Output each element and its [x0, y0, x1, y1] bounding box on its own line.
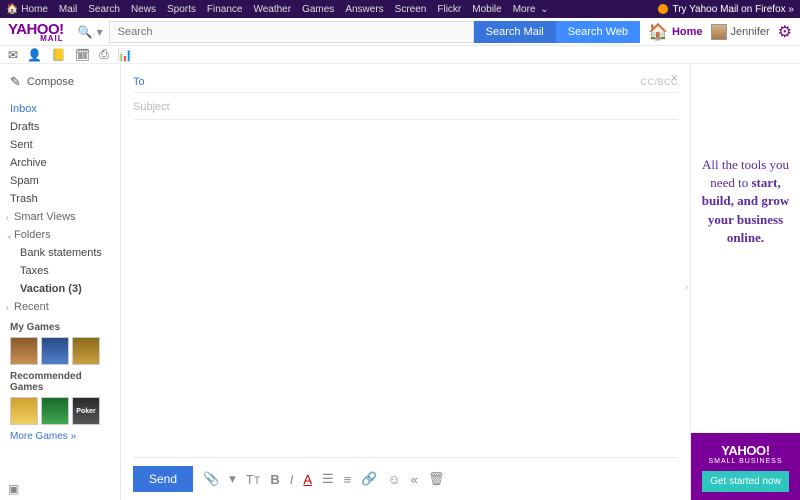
- sidebar-item-taxes[interactable]: Taxes: [0, 262, 120, 280]
- attach-dropdown-icon[interactable]: ▾: [229, 471, 236, 487]
- notepad-icon[interactable]: 📒: [51, 48, 66, 62]
- sidebar-section-recent[interactable]: ›Recent: [0, 298, 120, 316]
- topnav-games[interactable]: Games: [302, 4, 334, 15]
- topnav-news[interactable]: News: [131, 4, 156, 15]
- calendar-icon[interactable]: 🗓: [75, 48, 90, 62]
- topnav-answers[interactable]: Answers: [345, 4, 383, 15]
- icon-toolbar: ✉ 👤 📒 🗓 ⎙ 📊: [0, 46, 800, 64]
- home-icon: 🏠: [648, 22, 668, 42]
- sidebar-item-vacation[interactable]: Vacation (3): [0, 280, 120, 298]
- mail-icon[interactable]: ✉: [8, 48, 18, 62]
- sidebar-item-sent[interactable]: Sent: [0, 136, 120, 154]
- ad-logo: YAHOO!: [697, 443, 794, 458]
- italic-icon[interactable]: I: [290, 472, 294, 487]
- switch-format-icon[interactable]: «: [411, 472, 418, 487]
- topnav-more[interactable]: More ⌄: [513, 4, 549, 15]
- compose-pane: × To CC/BCC Send 📎 ▾ TT B I A ☰ ≡ 🔗 ☺ « …: [120, 64, 690, 500]
- game-thumb[interactable]: [10, 337, 38, 365]
- to-label[interactable]: To: [133, 76, 163, 88]
- sidebar-section-folders[interactable]: ⌄Folders: [0, 226, 120, 244]
- my-games-heading: My Games: [0, 316, 120, 337]
- header-bar: YAHOO! MAIL 🔍 ▾ Search Mail Search Web 🏠…: [0, 18, 800, 46]
- user-menu[interactable]: Jennifer: [711, 24, 770, 40]
- search-mail-button[interactable]: Search Mail: [474, 21, 556, 43]
- more-games-link[interactable]: More Games »: [0, 425, 120, 448]
- close-icon[interactable]: ×: [670, 70, 678, 85]
- subject-row: [133, 93, 678, 120]
- pencil-icon: ✎: [10, 74, 21, 90]
- chevron-right-icon: ›: [6, 303, 14, 312]
- game-thumb[interactable]: [10, 397, 38, 425]
- recommended-games-heading: Recommended Games: [0, 365, 120, 397]
- trash-icon[interactable]: 🗑: [428, 471, 445, 487]
- sidebar-item-archive[interactable]: Archive: [0, 154, 120, 172]
- sidebar: ✎ Compose Inbox Drafts Sent Archive Spam…: [0, 64, 120, 500]
- game-thumb[interactable]: [41, 337, 69, 365]
- topnav-flickr[interactable]: Flickr: [437, 4, 461, 15]
- topnav-home[interactable]: 🏠 Home: [6, 4, 48, 15]
- topnav-screen[interactable]: Screen: [395, 4, 427, 15]
- ad-copy: All the tools you need to start, build, …: [691, 144, 800, 259]
- sidebar-item-inbox[interactable]: Inbox: [0, 100, 120, 118]
- game-thumb[interactable]: Poker: [72, 397, 100, 425]
- topnav-mail[interactable]: Mail: [59, 4, 77, 15]
- search-icon[interactable]: 🔍: [78, 25, 93, 39]
- firefox-icon: [658, 4, 668, 14]
- image-icon[interactable]: ▣: [8, 482, 19, 496]
- avatar: [711, 24, 727, 40]
- collapse-ad-icon[interactable]: ›: [685, 282, 688, 293]
- try-yahoo-firefox-link[interactable]: Try Yahoo Mail on Firefox »: [658, 4, 794, 15]
- gear-icon[interactable]: ⚙: [778, 22, 792, 42]
- subject-input[interactable]: [133, 101, 678, 113]
- topnav-search[interactable]: Search: [88, 4, 120, 15]
- yahoo-mail-logo[interactable]: YAHOO! MAIL: [8, 21, 64, 42]
- topnav-mobile[interactable]: Mobile: [472, 4, 501, 15]
- search-input[interactable]: [109, 21, 474, 43]
- font-size-icon[interactable]: TT: [246, 472, 261, 487]
- sidebar-item-bank-statements[interactable]: Bank statements: [0, 244, 120, 262]
- ad-logo-sub: SMALL BUSINESS: [697, 458, 794, 465]
- sidebar-section-smart-views[interactable]: ›Smart Views: [0, 208, 120, 226]
- search-scope-dropdown-icon[interactable]: ▾: [97, 25, 103, 39]
- emoji-icon[interactable]: ☺: [387, 472, 400, 487]
- chevron-right-icon: ›: [6, 213, 14, 222]
- ad-footer: YAHOO! SMALL BUSINESS Get started now: [691, 433, 800, 500]
- home-link[interactable]: 🏠 Home: [648, 22, 702, 42]
- ad-cta-button[interactable]: Get started now: [702, 471, 789, 492]
- top-navbar: 🏠 Home Mail Search News Sports Finance W…: [0, 0, 800, 18]
- game-thumb[interactable]: [72, 337, 100, 365]
- search-web-button[interactable]: Search Web: [556, 21, 640, 43]
- font-color-icon[interactable]: A: [303, 472, 312, 487]
- feed-icon[interactable]: 📊: [118, 48, 133, 62]
- sidebar-item-trash[interactable]: Trash: [0, 190, 120, 208]
- ad-column: › All the tools you need to start, build…: [690, 64, 800, 500]
- print-icon[interactable]: ⎙: [99, 47, 109, 62]
- topnav-weather[interactable]: Weather: [253, 4, 291, 15]
- topnav-sports[interactable]: Sports: [167, 4, 196, 15]
- to-row: To CC/BCC: [133, 72, 678, 93]
- topnav-finance[interactable]: Finance: [207, 4, 243, 15]
- sidebar-item-drafts[interactable]: Drafts: [0, 118, 120, 136]
- link-icon[interactable]: 🔗: [361, 471, 377, 487]
- sidebar-item-spam[interactable]: Spam: [0, 172, 120, 190]
- compose-toolbar: Send 📎 ▾ TT B I A ☰ ≡ 🔗 ☺ « 🗑: [133, 457, 678, 500]
- recommended-games-grid: Poker: [0, 397, 120, 425]
- search-bar: 🔍 ▾ Search Mail Search Web: [72, 21, 640, 43]
- my-games-grid: [0, 337, 120, 365]
- attach-icon[interactable]: 📎: [203, 471, 219, 487]
- contacts-icon[interactable]: 👤: [27, 48, 42, 62]
- chevron-down-icon: ⌄: [540, 4, 548, 15]
- bold-icon[interactable]: B: [270, 472, 279, 487]
- compose-button[interactable]: ✎ Compose: [0, 70, 120, 94]
- bullet-list-icon[interactable]: ☰: [322, 471, 334, 487]
- message-body[interactable]: [133, 120, 678, 457]
- user-name-label: Jennifer: [731, 26, 770, 38]
- numbered-list-icon[interactable]: ≡: [344, 472, 352, 487]
- chevron-down-icon: ⌄: [6, 231, 14, 240]
- send-button[interactable]: Send: [133, 466, 193, 492]
- game-thumb[interactable]: [41, 397, 69, 425]
